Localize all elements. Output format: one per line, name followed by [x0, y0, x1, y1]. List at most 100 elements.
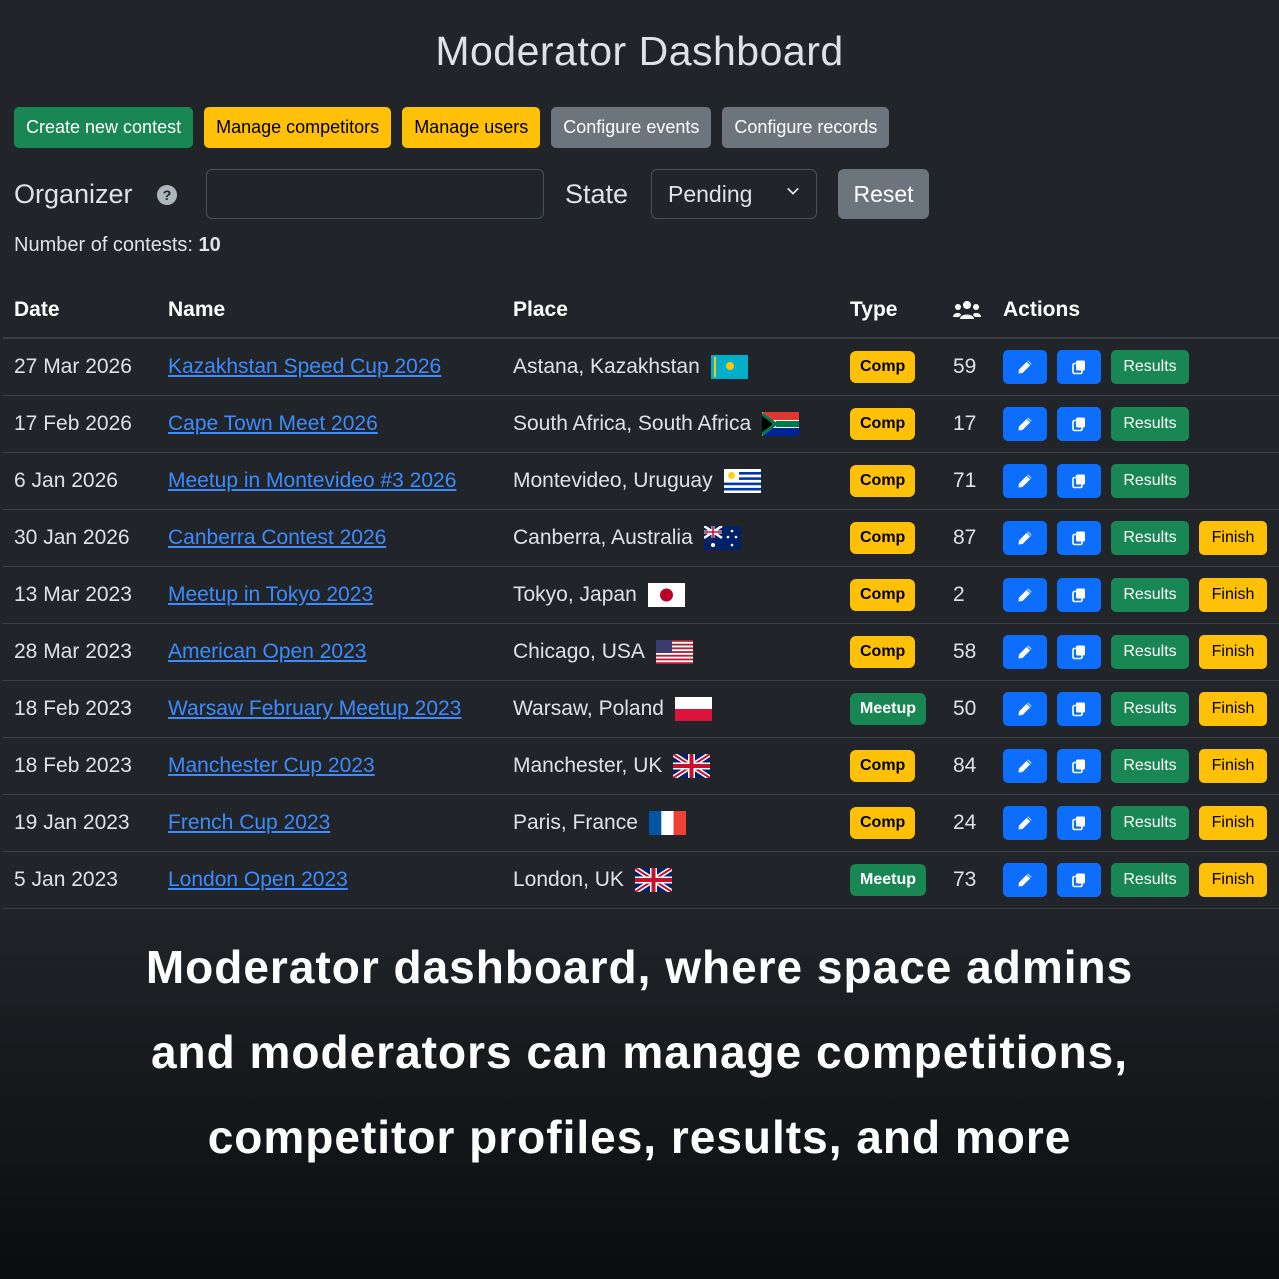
cell-actions: Results [1003, 338, 1279, 396]
toolbar: Create new contest Manage competitors Ma… [14, 107, 890, 148]
results-button[interactable]: Results [1111, 520, 1189, 555]
finish-button[interactable]: Finish [1199, 862, 1267, 897]
contest-count-label: Number of contests: [14, 234, 193, 256]
cell-place: Tokyo, Japan [513, 566, 850, 624]
cell-actions: Results Finish [1003, 737, 1279, 795]
edit-button[interactable] [1003, 691, 1047, 726]
cell-type: Comp [850, 452, 953, 510]
reset-button[interactable]: Reset [838, 169, 929, 219]
flag-fr-icon [648, 810, 686, 835]
manage-competitors-button[interactable]: Manage competitors [204, 107, 392, 148]
create-contest-button[interactable]: Create new contest [14, 107, 194, 148]
edit-button[interactable] [1003, 349, 1047, 384]
results-button[interactable]: Results [1111, 691, 1189, 726]
help-icon[interactable]: ? [157, 185, 177, 205]
copy-icon [1071, 644, 1087, 660]
configure-records-button[interactable]: Configure records [722, 107, 890, 148]
place-text: Chicago, USA [513, 639, 645, 663]
cell-name: Warsaw February Meetup 2023 [168, 680, 513, 738]
finish-button[interactable]: Finish [1199, 577, 1267, 612]
cell-participants: 50 [953, 680, 1003, 738]
cell-date: 17 Feb 2026 [3, 395, 168, 453]
contest-link[interactable]: American Open 2023 [168, 640, 366, 663]
cell-participants: 84 [953, 737, 1003, 795]
organizer-input[interactable] [206, 169, 544, 219]
finish-button[interactable]: Finish [1199, 805, 1267, 840]
edit-button[interactable] [1003, 805, 1047, 840]
cell-place: Chicago, USA [513, 623, 850, 681]
type-badge: Comp [850, 521, 916, 554]
type-badge: Comp [850, 635, 916, 668]
cell-name: Canberra Contest 2026 [168, 509, 513, 567]
table-row: 18 Feb 2023 Manchester Cup 2023 Manchester… [3, 737, 1279, 795]
contest-link[interactable]: Warsaw February Meetup 2023 [168, 697, 461, 720]
results-button[interactable]: Results [1111, 634, 1189, 669]
copy-icon [1071, 872, 1087, 888]
copy-icon [1071, 359, 1087, 375]
pencil-icon [1017, 473, 1033, 489]
clone-button[interactable] [1057, 748, 1101, 783]
filters-bar: Organizer ? State Pending Reset [14, 169, 1264, 219]
finish-button[interactable]: Finish [1199, 634, 1267, 669]
results-button[interactable]: Results [1111, 805, 1189, 840]
state-select[interactable]: Pending [651, 169, 817, 219]
clone-button[interactable] [1057, 406, 1101, 441]
contest-link[interactable]: French Cup 2023 [168, 811, 330, 834]
clone-button[interactable] [1057, 805, 1101, 840]
contest-link[interactable]: Manchester Cup 2023 [168, 754, 375, 777]
finish-button[interactable]: Finish [1199, 520, 1267, 555]
contest-link[interactable]: Kazakhstan Speed Cup 2026 [168, 355, 441, 378]
manage-users-button[interactable]: Manage users [402, 107, 541, 148]
clone-button[interactable] [1057, 691, 1101, 726]
cell-name: Meetup in Montevideo #3 2026 [168, 452, 513, 510]
finish-button[interactable]: Finish [1199, 748, 1267, 783]
cell-participants: 73 [953, 851, 1003, 909]
flag-jp-icon [647, 582, 685, 607]
contest-link[interactable]: Meetup in Tokyo 2023 [168, 583, 373, 606]
edit-button[interactable] [1003, 463, 1047, 498]
clone-button[interactable] [1057, 634, 1101, 669]
contest-link[interactable]: Cape Town Meet 2026 [168, 412, 378, 435]
app-window: Moderator Dashboard Create new contest M… [0, 0, 1279, 910]
configure-events-button[interactable]: Configure events [551, 107, 712, 148]
column-header-participants [953, 282, 1003, 339]
table-row: 5 Jan 2023 London Open 2023 London, UK Meet… [3, 851, 1279, 909]
edit-button[interactable] [1003, 748, 1047, 783]
cell-actions: Results Finish [1003, 794, 1279, 852]
page-title: Moderator Dashboard [435, 28, 844, 74]
cell-place: Manchester, UK [513, 737, 850, 795]
clone-button[interactable] [1057, 577, 1101, 612]
contest-link[interactable]: Canberra Contest 2026 [168, 526, 386, 549]
clone-button[interactable] [1057, 862, 1101, 897]
cell-date: 27 Mar 2026 [3, 338, 168, 396]
results-button[interactable]: Results [1111, 463, 1189, 498]
place-text: Tokyo, Japan [513, 582, 637, 606]
clone-button[interactable] [1057, 520, 1101, 555]
type-badge: Comp [850, 806, 916, 839]
results-button[interactable]: Results [1111, 577, 1189, 612]
contest-link[interactable]: London Open 2023 [168, 868, 348, 891]
edit-button[interactable] [1003, 862, 1047, 897]
edit-button[interactable] [1003, 520, 1047, 555]
table-row: 13 Mar 2023 Meetup in Tokyo 2023 Tokyo, Ja… [3, 566, 1279, 624]
results-button[interactable]: Results [1111, 862, 1189, 897]
results-button[interactable]: Results [1111, 748, 1189, 783]
clone-button[interactable] [1057, 463, 1101, 498]
table-row: 28 Mar 2023 American Open 2023 Chicago, US… [3, 623, 1279, 681]
edit-button[interactable] [1003, 406, 1047, 441]
copy-icon [1071, 416, 1087, 432]
edit-button[interactable] [1003, 634, 1047, 669]
column-header-name: Name [168, 282, 513, 339]
finish-button[interactable]: Finish [1199, 691, 1267, 726]
results-button[interactable]: Results [1111, 349, 1189, 384]
results-button[interactable]: Results [1111, 406, 1189, 441]
flag-uy-icon [723, 468, 761, 493]
clone-button[interactable] [1057, 349, 1101, 384]
place-text: London, UK [513, 867, 624, 891]
cell-type: Meetup [850, 680, 953, 738]
place-text: Manchester, UK [513, 753, 663, 777]
type-badge: Meetup [850, 692, 926, 725]
edit-button[interactable] [1003, 577, 1047, 612]
cell-date: 18 Feb 2023 [3, 737, 168, 795]
contest-link[interactable]: Meetup in Montevideo #3 2026 [168, 469, 456, 492]
